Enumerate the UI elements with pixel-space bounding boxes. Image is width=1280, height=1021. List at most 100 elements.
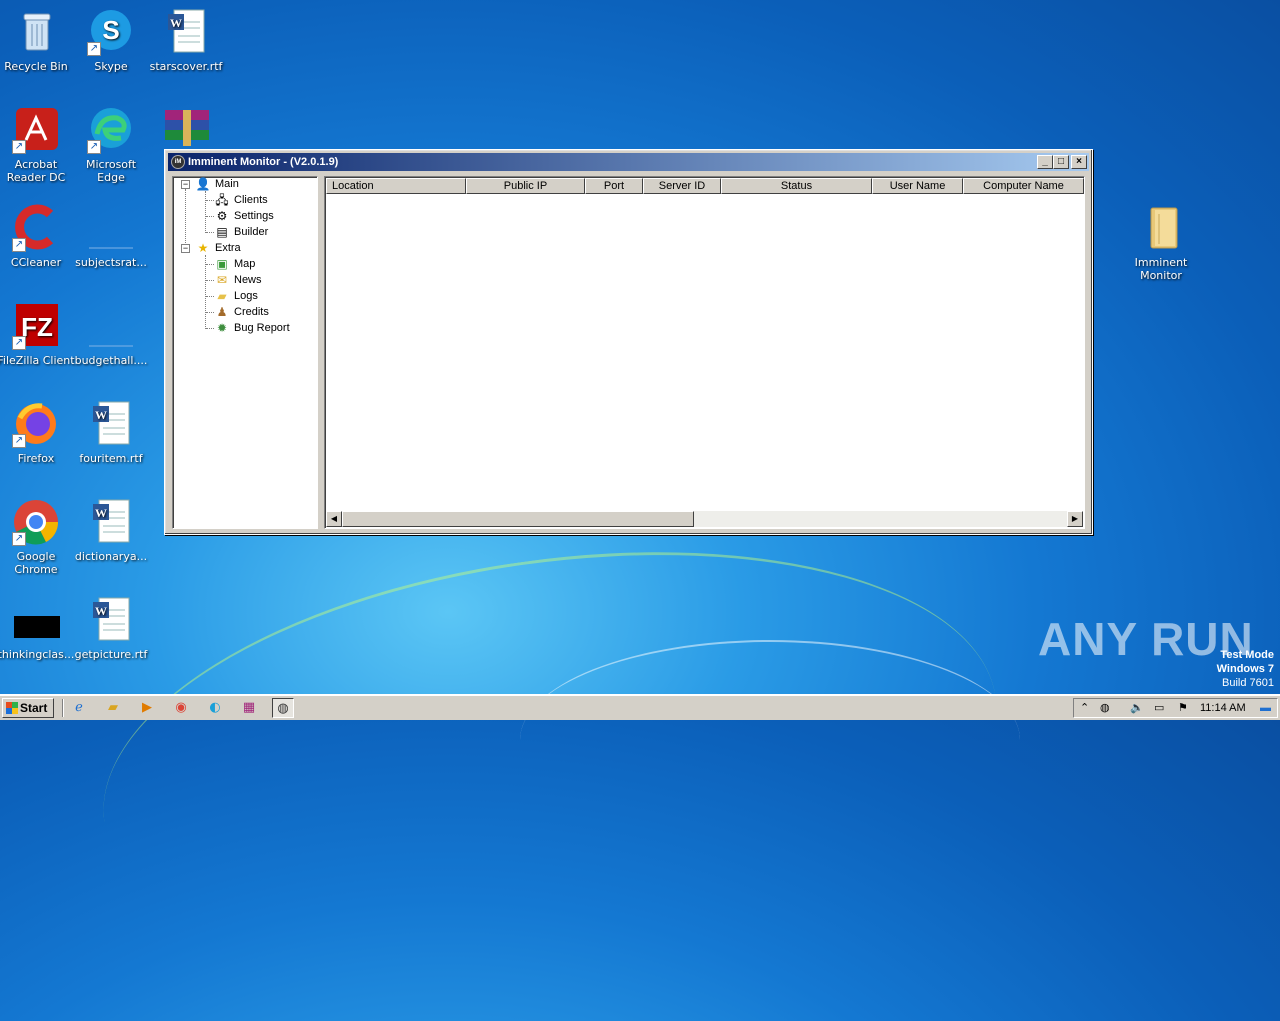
scroll-left-button[interactable]: ◀ bbox=[326, 511, 342, 527]
tree-item-map[interactable]: ▣ Map bbox=[214, 256, 255, 272]
word-document-icon: W bbox=[87, 400, 135, 448]
close-button[interactable]: × bbox=[1071, 155, 1087, 169]
column-header-status[interactable]: Status bbox=[721, 178, 872, 194]
desktop-icon-imminent-monitor[interactable]: Imminent Monitor bbox=[1121, 204, 1201, 282]
column-header-public-ip[interactable]: Public IP bbox=[466, 178, 585, 194]
desktop-icon-edge[interactable]: ↗ Microsoft Edge bbox=[71, 106, 151, 184]
media-player-icon[interactable]: ▶ bbox=[136, 698, 158, 718]
shortcut-arrow-icon: ↗ bbox=[12, 140, 26, 154]
tree-connector bbox=[206, 264, 214, 265]
desktop-icon-acrobat[interactable]: ↗ Acrobat Reader DC bbox=[0, 106, 76, 184]
desktop-icon-skype[interactable]: S ↗ Skype bbox=[71, 8, 151, 73]
gear-icon: ⚙ bbox=[216, 209, 228, 223]
tree-item-label: Logs bbox=[234, 290, 258, 302]
svg-text:W: W bbox=[95, 506, 107, 520]
desktop-icon-budgethall[interactable]: budgethall.... bbox=[71, 302, 151, 367]
column-header-computer-name[interactable]: Computer Name bbox=[963, 178, 1084, 194]
internet-explorer-icon[interactable]: ℯ bbox=[68, 698, 90, 718]
windows-flag-icon bbox=[6, 702, 18, 714]
map-icon: ▣ bbox=[216, 257, 228, 271]
imminent-monitor-window[interactable]: iM Imminent Monitor - (V2.0.1.9) _ □ × −… bbox=[164, 149, 1093, 535]
column-header-server-id[interactable]: Server ID bbox=[643, 178, 721, 194]
tree-item-credits[interactable]: ♟ Credits bbox=[214, 304, 269, 320]
desktop-icon-thinkingclas[interactable]: thinkingclas... bbox=[0, 596, 76, 661]
bug-icon: ✹ bbox=[216, 321, 228, 335]
collapse-extra-toggle[interactable]: − bbox=[181, 244, 190, 253]
horizontal-scrollbar[interactable]: ◀ ▶ bbox=[326, 511, 1083, 527]
show-hidden-icons-icon[interactable]: ⌃ bbox=[1080, 699, 1089, 717]
clients-icon: 🖧 bbox=[215, 193, 229, 207]
desktop-icon-label: Microsoft Edge bbox=[85, 158, 137, 184]
tree-item-main[interactable]: 👤 Main bbox=[195, 176, 239, 192]
star-icon: ★ bbox=[197, 241, 209, 255]
desktop-icon-chrome[interactable]: ↗ Google Chrome bbox=[0, 498, 76, 576]
firefox-icon: ↗ bbox=[12, 400, 60, 448]
window-title: Imminent Monitor - (V2.0.1.9) bbox=[188, 156, 339, 168]
filezilla-icon: FZ ↗ bbox=[12, 302, 60, 350]
start-button[interactable]: Start bbox=[2, 698, 54, 718]
tree-item-label: Credits bbox=[234, 306, 269, 318]
clock[interactable]: 11:14 AM bbox=[1200, 699, 1246, 717]
tree-item-bug-report[interactable]: ✹ Bug Report bbox=[214, 320, 290, 336]
desktop-icon-getpicture[interactable]: W getpicture.rtf bbox=[71, 596, 151, 661]
svg-text:W: W bbox=[95, 604, 107, 618]
winrar-icon[interactable] bbox=[163, 108, 211, 148]
credits-icon: ♟ bbox=[216, 305, 228, 319]
imminent-tray-icon[interactable]: ◍ bbox=[1100, 699, 1110, 717]
imminent-monitor-taskbar-button[interactable]: ◍ bbox=[272, 698, 294, 718]
scroll-right-button[interactable]: ▶ bbox=[1067, 511, 1083, 527]
tree-item-news[interactable]: ✉ News bbox=[214, 272, 262, 288]
column-header-location[interactable]: Location bbox=[326, 178, 466, 194]
title-bar[interactable]: iM Imminent Monitor - (V2.0.1.9) _ □ × bbox=[168, 153, 1089, 171]
column-header-user-name[interactable]: User Name bbox=[872, 178, 963, 194]
clients-list-view[interactable]: Location Public IP Port Server ID Status… bbox=[324, 176, 1085, 529]
desktop-icon-label: Firefox bbox=[17, 452, 55, 465]
chrome-taskbar-icon[interactable]: ◉ bbox=[170, 698, 192, 718]
shortcut-arrow-icon: ↗ bbox=[12, 336, 26, 350]
maximize-button[interactable]: □ bbox=[1053, 155, 1069, 169]
tree-item-extra[interactable]: ★ Extra bbox=[195, 240, 241, 256]
desktop-icon-label: dictionarya... bbox=[74, 550, 148, 563]
desktop-icon-dictionarya[interactable]: W dictionarya... bbox=[71, 498, 151, 563]
desktop-icon-recycle-bin[interactable]: Recycle Bin bbox=[0, 8, 76, 73]
desktop-icon-firefox[interactable]: ↗ Firefox bbox=[0, 400, 76, 465]
tree-item-builder[interactable]: ▤ Builder bbox=[214, 224, 268, 240]
explorer-folder-icon[interactable]: ▰ bbox=[102, 698, 124, 718]
network-icon[interactable]: ▭ bbox=[1154, 699, 1164, 717]
desktop-icon-starscover[interactable]: W starscover.rtf bbox=[146, 8, 226, 73]
news-icon: ✉ bbox=[216, 273, 228, 287]
skype-icon: S ↗ bbox=[87, 8, 135, 56]
desktop-icon-fouritem[interactable]: W fouritem.rtf bbox=[71, 400, 151, 465]
action-center-flag-icon[interactable]: ⚑ bbox=[1178, 699, 1188, 717]
column-header-port[interactable]: Port bbox=[585, 178, 643, 194]
desktop-icon-label: thinkingclas... bbox=[0, 648, 75, 661]
tree-connector bbox=[206, 312, 214, 313]
desktop-icon-label: budgethall.... bbox=[74, 354, 148, 367]
folder-icon bbox=[1137, 204, 1185, 252]
system-tray: ⌃ ◍ 🔈 ▭ ⚑ 11:14 AM ▬ bbox=[1073, 698, 1278, 718]
word-document-icon: W bbox=[87, 596, 135, 644]
winrar-taskbar-icon[interactable]: ▦ bbox=[238, 698, 260, 718]
tree-item-settings[interactable]: ⚙ Settings bbox=[214, 208, 274, 224]
desktop-icon-label: Skype bbox=[94, 60, 128, 73]
desktop-icon-ccleaner[interactable]: ↗ CCleaner bbox=[0, 204, 76, 269]
tree-item-logs[interactable]: ▰ Logs bbox=[214, 288, 258, 304]
minimize-button[interactable]: _ bbox=[1037, 155, 1053, 169]
collapse-main-toggle[interactable]: − bbox=[181, 180, 190, 189]
chrome-icon: ↗ bbox=[12, 498, 60, 546]
edge-icon: ↗ bbox=[87, 106, 135, 154]
volume-icon[interactable]: 🔈 bbox=[1130, 699, 1144, 717]
desktop-icon-label: FileZilla Client bbox=[0, 354, 75, 367]
app-icon: iM bbox=[171, 155, 185, 169]
show-desktop-icon[interactable]: ▬ bbox=[1260, 699, 1271, 717]
desktop-icon-filezilla[interactable]: FZ ↗ FileZilla Client bbox=[0, 302, 76, 367]
shortcut-arrow-icon: ↗ bbox=[12, 238, 26, 252]
tree-connector bbox=[205, 191, 206, 233]
edge-taskbar-icon[interactable]: ◐ bbox=[204, 698, 226, 718]
tree-connector bbox=[206, 232, 214, 233]
scrollbar-thumb[interactable] bbox=[342, 511, 694, 527]
tree-item-clients[interactable]: 🖧 Clients bbox=[214, 192, 267, 208]
desktop-icon-subjectsrat[interactable]: subjectsrat... bbox=[71, 204, 151, 269]
svg-text:W: W bbox=[170, 16, 182, 30]
navigation-tree[interactable]: − 👤 Main 🖧 Clients ⚙ Settings ▤ Builder − ★ E… bbox=[172, 176, 318, 529]
